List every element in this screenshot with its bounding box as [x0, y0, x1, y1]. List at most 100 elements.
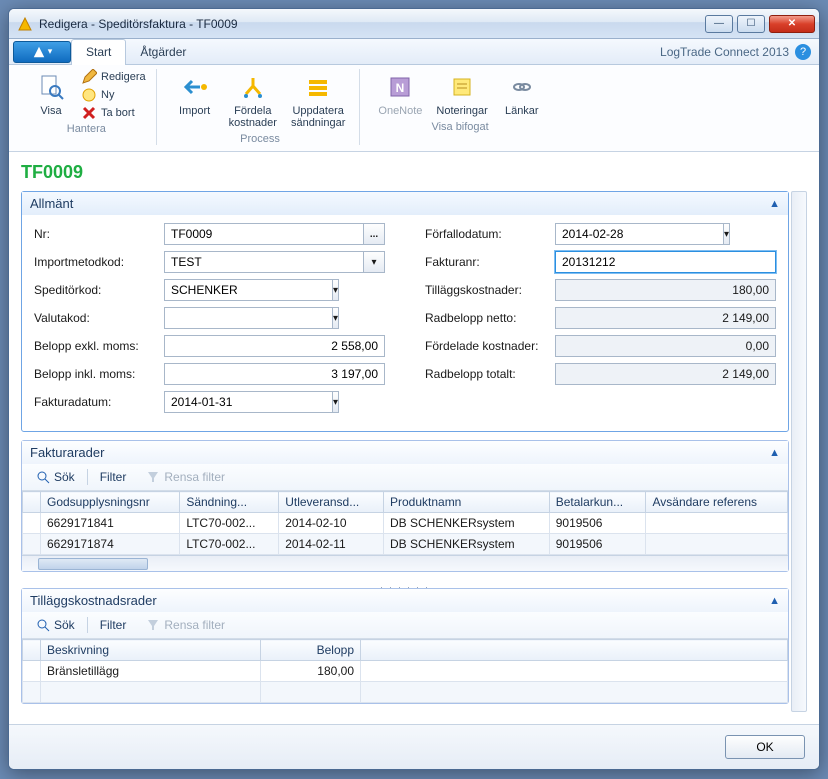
section-header-allmant[interactable]: Allmänt▲	[22, 192, 788, 215]
label-valutakod: Valutakod:	[34, 311, 164, 325]
table-row[interactable]: Bränsletillägg180,00	[23, 661, 788, 682]
table-row[interactable]: 6629171874LTC70-002...2014-02-11DB SCHEN…	[23, 534, 788, 555]
rensa-filter-button-2[interactable]: Rensa filter	[138, 616, 233, 634]
label-beloppexkl: Belopp exkl. moms:	[34, 339, 164, 353]
close-button[interactable]	[769, 15, 815, 33]
visa-button[interactable]: Visa	[27, 69, 75, 119]
fordelade-field	[555, 335, 776, 357]
lankar-button[interactable]: Länkar	[498, 69, 546, 119]
content-area: TF0009 Allmänt▲ Nr: ... Importmetodkod: …	[9, 152, 819, 724]
uppdatera-button[interactable]: Uppdatera sändningar	[287, 69, 349, 131]
delete-icon	[81, 105, 97, 121]
tabort-button[interactable]: Ta bort	[81, 105, 135, 121]
minimize-button[interactable]	[705, 15, 733, 33]
fakturarader-grid[interactable]: Godsupplysningsnr Sändning... Utleverans…	[22, 491, 788, 555]
svg-text:N: N	[396, 81, 405, 95]
ny-button[interactable]: Ny	[81, 87, 114, 103]
onenote-button[interactable]: N OneNote	[374, 69, 426, 119]
clear-filter-icon	[146, 618, 160, 632]
update-icon	[305, 74, 331, 100]
beloppexkl-field[interactable]	[164, 335, 385, 357]
speditorkod-field[interactable]	[164, 279, 333, 301]
forfallodatum-dropdown[interactable]: ▾	[723, 223, 730, 245]
beloppinkl-field[interactable]	[164, 363, 385, 385]
nr-field[interactable]	[164, 223, 364, 245]
label-radbeloppnetto: Radbelopp netto:	[425, 311, 555, 325]
footer: OK	[9, 724, 819, 769]
redigera-button[interactable]: Redigera	[81, 69, 146, 85]
search-icon	[36, 470, 50, 484]
document-title: TF0009	[21, 162, 807, 183]
filter-button-2[interactable]: Filter	[92, 616, 135, 634]
clear-filter-icon	[146, 470, 160, 484]
forfallodatum-field[interactable]	[555, 223, 724, 245]
label-forfallodatum: Förfallodatum:	[425, 227, 555, 241]
window-title: Redigera - Speditörsfaktura - TF0009	[39, 17, 701, 31]
label-tillaggskostnader: Tilläggskostnader:	[425, 283, 555, 297]
radbelopptotalt-field	[555, 363, 776, 385]
brand-label: LogTrade Connect 2013 ?	[660, 44, 811, 60]
onenote-icon: N	[387, 74, 413, 100]
distribute-icon	[240, 74, 266, 100]
table-row[interactable]	[23, 682, 788, 703]
tillaggskostnader-field	[555, 279, 776, 301]
filter-button[interactable]: Filter	[92, 468, 135, 486]
ribbon: Visa Redigera Ny Ta bort Hantera Import …	[9, 65, 819, 152]
label-importmetodkod: Importmetodkod:	[34, 255, 164, 269]
label-speditorkod: Speditörkod:	[34, 283, 164, 297]
radbeloppnetto-field	[555, 307, 776, 329]
label-fordelade: Fördelade kostnader:	[425, 339, 555, 353]
label-beloppinkl: Belopp inkl. moms:	[34, 367, 164, 381]
links-icon	[509, 74, 535, 100]
pencil-icon	[81, 69, 97, 85]
ok-button[interactable]: OK	[725, 735, 805, 759]
chevron-up-icon: ▲	[769, 595, 780, 607]
noteringar-button[interactable]: Noteringar	[432, 69, 491, 119]
section-header-tillagg[interactable]: Tilläggskostnadsrader▲	[22, 589, 788, 612]
new-icon	[81, 87, 97, 103]
speditorkod-dropdown[interactable]: ▾	[332, 279, 339, 301]
label-fakturanr: Fakturanr:	[425, 255, 555, 269]
import-icon	[182, 74, 208, 100]
vertical-scrollbar[interactable]	[791, 191, 807, 712]
splitter[interactable]: . . . . . .	[21, 580, 789, 588]
chevron-up-icon: ▲	[769, 447, 780, 459]
rensa-filter-button[interactable]: Rensa filter	[138, 468, 233, 486]
group-label-process: Process	[171, 133, 350, 145]
search-icon	[36, 618, 50, 632]
maximize-button[interactable]	[737, 15, 765, 33]
sok-button-2[interactable]: Sök	[28, 616, 83, 634]
valutakod-field[interactable]	[164, 307, 333, 329]
titlebar: Redigera - Speditörsfaktura - TF0009	[9, 9, 819, 39]
help-icon[interactable]: ?	[795, 44, 811, 60]
label-fakturadatum: Fakturadatum:	[34, 395, 164, 409]
importmetodkod-dropdown[interactable]: ▾	[363, 251, 385, 273]
group-label-hantera: Hantera	[27, 123, 146, 135]
fakturadatum-dropdown[interactable]: ▾	[332, 391, 339, 413]
section-fakturarader: Fakturarader▲ Sök Filter Rensa filter Go…	[21, 440, 789, 572]
importmetodkod-field[interactable]	[164, 251, 364, 273]
import-button[interactable]: Import	[171, 69, 219, 119]
tab-start[interactable]: Start	[71, 39, 126, 65]
table-row[interactable]: 6629171841LTC70-002...2014-02-10DB SCHEN…	[23, 513, 788, 534]
fakturanr-field[interactable]	[555, 251, 776, 273]
valutakod-dropdown[interactable]: ▾	[332, 307, 339, 329]
tab-actions[interactable]: Åtgärder	[126, 39, 200, 65]
app-icon	[17, 16, 33, 32]
fakturadatum-field[interactable]	[164, 391, 333, 413]
chevron-up-icon: ▲	[769, 198, 780, 210]
tillagg-grid[interactable]: Beskrivning Belopp Bränsletillägg180,00	[22, 639, 788, 703]
app-menu-button[interactable]: ▾	[13, 41, 71, 63]
label-nr: Nr:	[34, 227, 164, 241]
app-window: Redigera - Speditörsfaktura - TF0009 ▾ S…	[8, 8, 820, 770]
menubar: ▾ Start Åtgärder LogTrade Connect 2013 ?	[9, 39, 819, 65]
sok-button[interactable]: Sök	[28, 468, 83, 486]
label-radbelopptotalt: Radbelopp totalt:	[425, 367, 555, 381]
horizontal-scrollbar[interactable]	[22, 555, 788, 571]
section-allmant: Allmänt▲ Nr: ... Importmetodkod: ▾ Spedi…	[21, 191, 789, 432]
document-view-icon	[37, 73, 65, 101]
notes-icon	[449, 74, 475, 100]
section-header-fakturarader[interactable]: Fakturarader▲	[22, 441, 788, 464]
nr-lookup-button[interactable]: ...	[363, 223, 385, 245]
fordela-button[interactable]: Fördela kostnader	[225, 69, 281, 131]
